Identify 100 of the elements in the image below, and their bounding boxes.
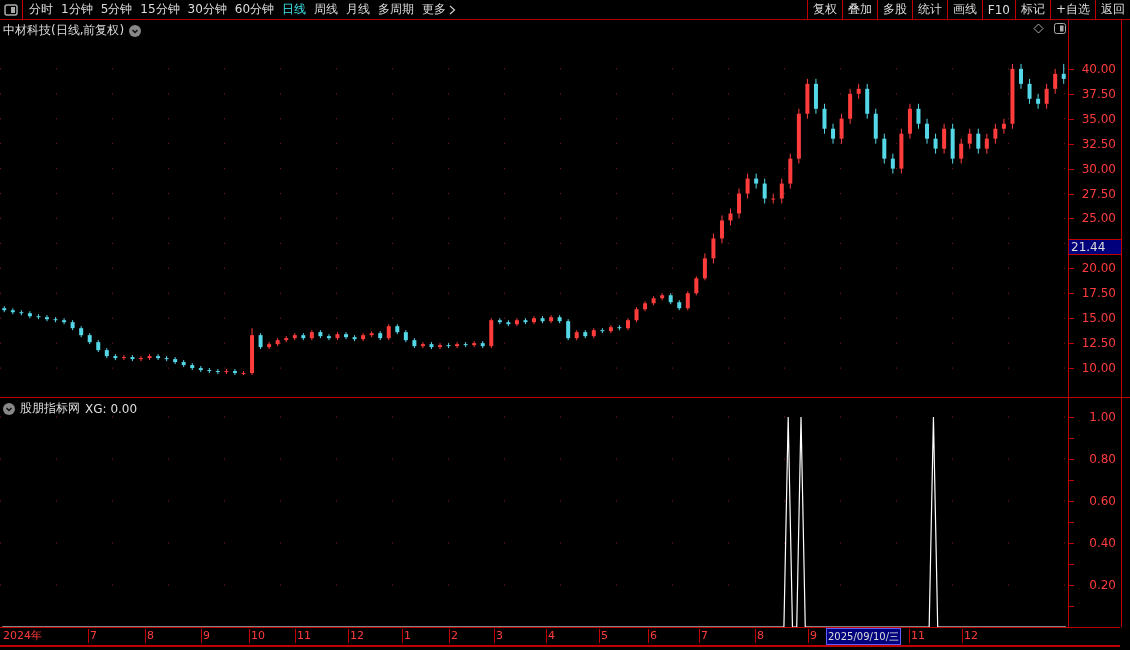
- cursor-price-label: 21.44: [1069, 239, 1121, 255]
- candlestick: [514, 317, 519, 327]
- axis-label: 35.00: [1081, 110, 1116, 127]
- toolbar-button[interactable]: +自选: [1049, 0, 1095, 19]
- period-tab[interactable]: 5分钟: [96, 0, 137, 19]
- candlestick: [925, 118, 930, 145]
- axis-label: 0.20: [1089, 577, 1116, 593]
- candlestick: [121, 354, 126, 361]
- period-tab[interactable]: 30分钟: [183, 0, 231, 19]
- chart-title: 中材科技(日线,前复权): [3, 22, 125, 39]
- date-label: 2024年: [2, 629, 42, 643]
- chevron-icon: [449, 4, 457, 15]
- candlestick: [455, 341, 460, 349]
- date-label: 1: [402, 629, 411, 643]
- candlestick: [532, 315, 536, 325]
- candlestick: [1027, 78, 1032, 105]
- toolbar-button[interactable]: 多股: [876, 0, 912, 19]
- candlestick: [156, 353, 161, 361]
- candlestick: [326, 333, 331, 341]
- axis-label: 15.00: [1081, 310, 1116, 327]
- indicator-reading: XG: 0.00: [85, 401, 138, 416]
- candlestick: [984, 133, 989, 155]
- candlestick: [685, 290, 690, 311]
- candlestick: [1036, 93, 1041, 110]
- toolbar-button[interactable]: 画线: [946, 0, 982, 19]
- axis-label: 25.00: [1081, 210, 1116, 227]
- axis-label: 17.50: [1081, 285, 1116, 302]
- candlestick: [737, 188, 742, 219]
- axis-label: 10.00: [1081, 360, 1116, 377]
- candlestick: [993, 123, 998, 145]
- candlestick: [745, 173, 750, 200]
- candlestick: [754, 173, 759, 190]
- candlestick: [771, 193, 776, 205]
- candlestick: [702, 252, 707, 281]
- toolbar-button[interactable]: 复权: [806, 0, 842, 19]
- axis-label: 27.50: [1081, 185, 1116, 202]
- candlestick: [1001, 118, 1006, 135]
- period-tab[interactable]: 多周期: [374, 0, 419, 19]
- period-tab[interactable]: 60分钟: [230, 0, 279, 19]
- period-tab[interactable]: 1分钟: [57, 0, 97, 19]
- candlestick: [344, 331, 349, 340]
- candlestick: [1053, 68, 1058, 95]
- candlestick: [1044, 83, 1049, 110]
- axis-label: 32.50: [1081, 135, 1116, 152]
- axis-label: 37.50: [1081, 85, 1116, 102]
- date-label: 11: [909, 629, 925, 643]
- date-label: 9: [808, 629, 817, 643]
- period-tab[interactable]: 月线: [342, 0, 375, 19]
- date-label: 5: [599, 629, 608, 643]
- candlestick: [839, 113, 844, 145]
- period-tab[interactable]: 日线: [278, 0, 311, 19]
- toolbar-button[interactable]: 统计: [911, 0, 947, 19]
- date-label: 9: [201, 629, 210, 643]
- date-label: 10: [249, 629, 265, 643]
- candlestick: [976, 128, 981, 155]
- candlestick: [438, 342, 443, 350]
- period-tab[interactable]: 更多: [418, 0, 461, 19]
- candlestick: [916, 103, 921, 130]
- toolbar-button[interactable]: 叠加: [841, 0, 877, 19]
- panel-icon[interactable]: [1054, 23, 1066, 34]
- date-label: 11: [295, 629, 311, 643]
- toolbar-button[interactable]: F10: [981, 0, 1015, 19]
- period-tab[interactable]: 15分钟: [136, 0, 184, 19]
- date-label: 6: [648, 629, 657, 643]
- period-tab[interactable]: 周线: [310, 0, 343, 19]
- period-tab[interactable]: 分时: [25, 0, 57, 19]
- date-label: 8: [755, 629, 764, 643]
- candlestick: [138, 355, 143, 362]
- axis-label: 20.00: [1081, 260, 1116, 277]
- candlestick: [942, 123, 947, 155]
- candlestick: [967, 128, 972, 150]
- candlestick: [1061, 63, 1066, 85]
- candlestick: [361, 332, 366, 342]
- candlestick: [694, 275, 699, 296]
- axis-label: 0.80: [1089, 451, 1116, 467]
- candlestick: [420, 341, 425, 349]
- date-label: 2: [449, 629, 458, 643]
- candlestick: [566, 318, 571, 341]
- candlestick: [822, 103, 827, 135]
- dropdown-icon[interactable]: [129, 24, 142, 37]
- axis-label: 1.00: [1089, 409, 1116, 425]
- date-label: 7: [699, 629, 708, 643]
- candlestick: [62, 317, 67, 325]
- candlestick: [1019, 63, 1024, 90]
- toolbar-button[interactable]: 标记: [1014, 0, 1050, 19]
- date-label: 12: [348, 629, 364, 643]
- date-label: 8: [145, 629, 154, 643]
- toolbar-button[interactable]: 返回: [1095, 0, 1130, 19]
- cursor-date-label: 2025/09/10/三: [826, 628, 901, 645]
- date-label: 4: [546, 629, 555, 643]
- dropdown-icon[interactable]: [3, 402, 15, 415]
- axis-label: 0.60: [1089, 493, 1116, 509]
- candlestick: [711, 232, 716, 264]
- date-label: 12: [962, 629, 978, 643]
- diamond-icon[interactable]: [1033, 23, 1044, 34]
- candlestick: [232, 368, 237, 376]
- candlestick: [549, 314, 554, 324]
- axis-label: 40.00: [1081, 60, 1116, 77]
- candlestick: [831, 123, 836, 145]
- candlestick: [779, 178, 784, 205]
